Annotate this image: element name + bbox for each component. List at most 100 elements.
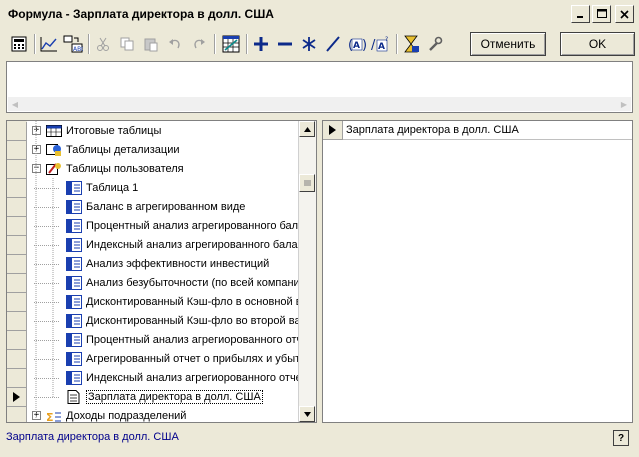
sort-icon [404, 35, 419, 53]
toolbar: ABC [0, 30, 639, 58]
calculator-icon [11, 36, 27, 52]
current-row-icon [329, 125, 336, 135]
minus-icon [278, 42, 292, 46]
tree-item-label: Процентный анализ агрегиорованного отч [86, 334, 300, 346]
function-button[interactable]: (A) [346, 33, 368, 55]
undo-icon [169, 39, 180, 49]
divide-button[interactable] [322, 33, 344, 55]
row-selector[interactable] [7, 369, 27, 388]
multiply-icon [302, 37, 316, 51]
scroll-right-icon[interactable]: ▶ [617, 97, 631, 111]
plus-button[interactable] [250, 33, 272, 55]
svg-text:/: / [371, 38, 376, 53]
redo-button[interactable] [188, 33, 210, 55]
maximize-icon [596, 9, 607, 18]
paste-icon [144, 38, 158, 52]
svg-text:ABC: ABC [73, 46, 83, 53]
formula-editor[interactable]: ◀ ▶ [6, 61, 633, 113]
scroll-up-button[interactable] [299, 121, 315, 137]
row-selector[interactable] [7, 407, 27, 422]
row-selector[interactable] [7, 160, 27, 179]
function-a-icon: (A) [348, 38, 366, 52]
window-title: Формула - Зарплата директора в долл. США [8, 7, 274, 21]
ok-button[interactable]: OK [560, 32, 635, 56]
tree-item-label: Зарплата директора в долл. США [86, 390, 263, 404]
row-selector[interactable] [7, 350, 27, 369]
list-item[interactable]: Зарплата директора в долл. США [343, 121, 632, 140]
scroll-down-icon [303, 411, 311, 417]
current-row-icon [13, 392, 20, 402]
scroll-left-icon[interactable]: ◀ [8, 97, 22, 111]
tree-item-label: Дисконтированный Кэш-фло в основной в [86, 296, 300, 308]
sort-button[interactable] [400, 33, 422, 55]
cut-button[interactable] [92, 33, 114, 55]
grip-icon [303, 180, 311, 186]
copy-button[interactable] [116, 33, 138, 55]
minimize-button[interactable] [571, 5, 590, 23]
minus-button[interactable] [274, 33, 296, 55]
code-icon: ABC [63, 35, 83, 53]
row-selector-gutter [7, 121, 27, 422]
status-bar: Зарплата директора в долл. США ? [4, 426, 635, 453]
help-button[interactable]: ? [613, 430, 629, 446]
tree-lines [35, 121, 54, 418]
settings-button[interactable] [424, 33, 446, 55]
function-a-slash-icon: / A? [371, 36, 388, 53]
grid-icon [222, 35, 240, 53]
code-button[interactable]: ABC [62, 33, 84, 55]
title-bar: Формула - Зарплата директора в долл. США [0, 0, 639, 28]
redo-icon [194, 39, 205, 49]
row-selector[interactable] [7, 293, 27, 312]
row-selector[interactable] [7, 141, 27, 160]
plus-icon [254, 37, 268, 51]
chart-button[interactable] [38, 33, 60, 55]
paste-button[interactable] [140, 33, 162, 55]
tree-item-label: Таблица 1 [86, 182, 139, 194]
editor-horizontal-scrollbar[interactable]: ◀ ▶ [8, 97, 631, 111]
grid-button[interactable] [220, 33, 242, 55]
wrench-icon [429, 36, 443, 51]
tree-item-label: Анализ эффективности инвестиций [86, 258, 270, 270]
row-selector[interactable] [7, 274, 27, 293]
row-selector[interactable] [7, 122, 27, 141]
formula-window: Формула - Зарплата директора в долл. США… [0, 0, 639, 457]
row-selector[interactable] [7, 217, 27, 236]
copy-icon [120, 37, 134, 51]
row-selector[interactable] [7, 331, 27, 350]
help-icon: ? [617, 432, 625, 444]
row-selector[interactable] [7, 236, 27, 255]
cancel-button[interactable]: Отменить [470, 32, 546, 56]
cut-icon [97, 37, 109, 51]
svg-text:): ) [362, 38, 366, 52]
maximize-button[interactable] [592, 5, 611, 23]
svg-text:A: A [378, 42, 385, 52]
close-icon [620, 9, 629, 19]
tree-item-label: Индексный анализ агрегированного бала [86, 239, 298, 251]
scroll-up-icon [303, 126, 311, 132]
svg-text:A: A [353, 41, 360, 51]
row-selector[interactable] [7, 255, 27, 274]
row-selector[interactable] [7, 198, 27, 217]
minimize-icon [577, 15, 583, 18]
row-selector[interactable] [323, 121, 343, 140]
close-button[interactable] [615, 5, 634, 23]
object-tree: +Итоговые таблицы+Таблицы детализации−Та… [6, 120, 317, 423]
function-slash-button[interactable]: / A? [370, 33, 392, 55]
tree-vertical-scrollbar[interactable] [298, 121, 316, 422]
scroll-down-button[interactable] [299, 406, 315, 422]
tree-item-label: Агрегированный отчет о прибылях и убытк [86, 353, 300, 365]
row-selector[interactable] [7, 179, 27, 198]
row-selector[interactable] [7, 388, 27, 407]
status-text: Зарплата директора в долл. США [6, 431, 179, 443]
tree-item-label: Анализ безубыточности (по всей компани [86, 277, 300, 289]
tree-item-label: Индексный анализ агрегиорованного отче [86, 372, 300, 384]
tree-item-label: Баланс в агрегированном виде [86, 201, 246, 213]
tree-item-label: Процентный анализ агрегированного бала [86, 220, 300, 232]
multiply-button[interactable] [298, 33, 320, 55]
scroll-thumb[interactable] [299, 174, 315, 192]
list-item-label: Зарплата директора в долл. США [346, 124, 519, 136]
undo-button[interactable] [164, 33, 186, 55]
calculator-button[interactable] [8, 33, 30, 55]
tree-item-label: Дисконтированный Кэш-фло во второй ва [86, 315, 300, 327]
row-selector[interactable] [7, 312, 27, 331]
